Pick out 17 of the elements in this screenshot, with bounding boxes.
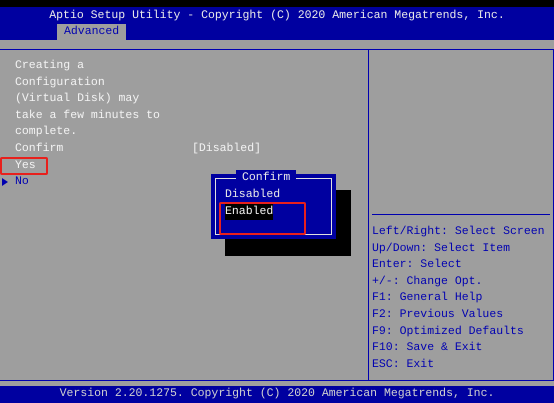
help-text: Up/Down: Select Item [372,240,512,257]
help-text: F9: Optimized Defaults [372,324,525,340]
description-text: Creating a Configuration (Virtual Disk) may take a few minutes to complete. [15,58,161,140]
help-text: +/-: Change Opt. [372,274,484,290]
help-text: Left/Right: Select Screen [372,224,546,240]
popup-option[interactable]: Enabled [225,204,274,220]
help-text: F10: Save & Exit [372,340,484,356]
help-text: F1: General Help [372,290,484,306]
help-text: Enter: Select [372,257,463,274]
help-text: ESC: Exit [372,356,436,373]
window-title: Aptio Setup Utility - Copyright (C) 2020 American Megatrends, Inc. [49,8,505,24]
pointer-arrow-icon [2,178,8,186]
submenu-item[interactable]: No [15,174,29,191]
footer-text: Version 2.20.1275. Copyright (C) 2020 American Megatrends, Inc. [60,386,494,402]
menu-tab[interactable]: Advanced [57,24,126,40]
help-text: F2: Previous Values [372,306,504,323]
popup-option[interactable]: Disabled [225,187,280,204]
